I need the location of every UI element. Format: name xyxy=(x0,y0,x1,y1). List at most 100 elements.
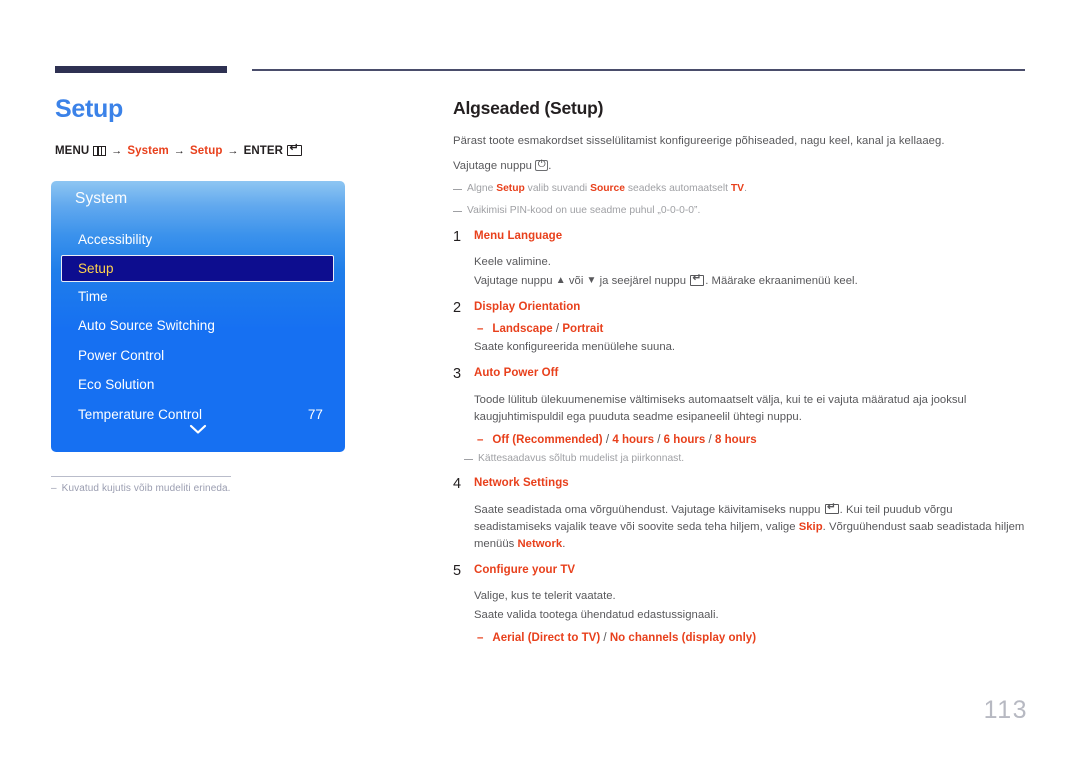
enter-return-icon xyxy=(824,502,839,515)
osd-item-label: Power Control xyxy=(78,347,165,363)
breadcrumb-item-setup: Setup xyxy=(190,144,223,157)
note-text: Algne Setup valib suvandi Source seadeks… xyxy=(467,182,747,194)
left-footnote: – Kuvatud kujutis võib mudeliti erineda. xyxy=(51,483,371,494)
menu-grid-icon xyxy=(93,145,107,156)
term-network: Network xyxy=(517,537,563,550)
left-footnote-divider xyxy=(51,476,231,477)
step-number: 2 xyxy=(453,300,462,317)
note-dash xyxy=(453,188,462,191)
step-options: – Landscape / Portrait xyxy=(474,323,1025,335)
note-default-pin: Vaikimisi PIN-kood on uue seadme puhul „… xyxy=(453,204,1025,219)
option-text: Aerial (Direct to TV) / No channels (dis… xyxy=(492,632,756,644)
option-dash: – xyxy=(477,433,484,446)
step-heading: Menu Language xyxy=(474,229,563,242)
step-number: 4 xyxy=(453,476,462,493)
osd-item-label: Accessibility xyxy=(78,232,153,248)
option-dash: – xyxy=(477,323,484,336)
osd-item-time[interactable]: Time xyxy=(51,282,345,312)
step-number: 5 xyxy=(453,562,462,579)
page-title: Setup xyxy=(55,95,123,123)
step-body-post: . xyxy=(562,537,566,550)
enter-return-icon xyxy=(287,143,303,156)
step-1: 1 Menu Language Keele valimine. Vajutage… xyxy=(453,229,1025,291)
option-value: 8 hours xyxy=(715,433,757,446)
chevron-down-icon[interactable] xyxy=(51,422,345,440)
osd-item-setup[interactable]: Setup xyxy=(61,254,334,282)
option-text: Landscape / Portrait xyxy=(492,323,603,335)
enter-return-icon xyxy=(690,273,705,286)
breadcrumb-menu-label: MENU xyxy=(55,144,90,157)
header-rule-thin xyxy=(252,69,1025,71)
step-note-text: Kättesaadavus sõltub mudelist ja piirkon… xyxy=(478,452,685,464)
step-body-text: Saate seadistada oma võrguühendust. Vaju… xyxy=(474,502,1025,553)
osd-item-label: Time xyxy=(78,288,108,304)
note-initial-setup: Algne Setup valib suvandi Source seadeks… xyxy=(453,182,1025,197)
note-term-tv: TV xyxy=(730,182,745,194)
step-options: – Off (Recommended) / 4 hours / 6 hours … xyxy=(474,434,1025,446)
step-line-1: Valige, kus te telerit vaatate. xyxy=(474,590,616,603)
left-footnote-text: Kuvatud kujutis võib mudeliti erineda. xyxy=(61,483,231,494)
step-2: 2 Display Orientation – Landscape / Port… xyxy=(453,300,1025,356)
step-body-text: Toode lülitub ülekuumenemise vältimiseks… xyxy=(474,393,967,423)
note-dash xyxy=(464,458,473,461)
breadcrumb-enter-label: ENTER xyxy=(243,144,284,157)
arrow-up-icon: ▲ xyxy=(555,275,566,287)
option-value: 6 hours xyxy=(663,433,706,446)
osd-item-eco-solution[interactable]: Eco Solution xyxy=(51,370,345,400)
option-value: Landscape xyxy=(492,323,553,336)
step-line: Saate konfigureerida menüülehe suuna. xyxy=(474,341,676,354)
note-term-setup: Setup xyxy=(496,182,525,194)
step-5: 5 Configure your TV Valige, kus te teler… xyxy=(453,562,1025,645)
step-line-2-mid2: ja seejärel nuppu xyxy=(599,275,687,288)
page-number: 113 xyxy=(983,696,1028,724)
note-text: Vaikimisi PIN-kood on uue seadme puhul „… xyxy=(467,204,701,216)
option-value: Portrait xyxy=(562,323,604,336)
osd-item-power-control[interactable]: Power Control xyxy=(51,341,345,371)
breadcrumb-arrow-2: → xyxy=(173,144,185,157)
note-term-source: Source xyxy=(590,182,625,194)
step-line-1: Keele valimine. xyxy=(474,256,551,269)
option-dash: – xyxy=(477,632,484,645)
option-separator: / xyxy=(705,433,715,446)
breadcrumb: MENU → System → Setup → ENTER xyxy=(55,143,385,157)
step-line-2-post: . Määrake ekraanimenüü keel. xyxy=(705,275,858,288)
osd-item-label: Temperature Control xyxy=(78,406,203,422)
press-button-line: Vajutage nuppu . xyxy=(453,158,1025,174)
step-heading: Configure your TV xyxy=(474,563,576,576)
step-3: 3 Auto Power Off Toode lülitub ülekuumen… xyxy=(453,366,1025,466)
step-line-2-pre: Vajutage nuppu xyxy=(474,275,553,288)
left-footnote-dash: – xyxy=(51,483,57,494)
step-line-2: Saate valida tootega ühendatud edastussi… xyxy=(474,609,719,622)
option-value: 4 hours xyxy=(612,433,654,446)
header-rule-thick xyxy=(55,66,227,73)
osd-item-label: Auto Source Switching xyxy=(78,318,215,334)
step-heading: Auto Power Off xyxy=(474,367,559,379)
left-column: Setup MENU → System → Setup → ENTER xyxy=(55,95,385,157)
option-text: Off (Recommended) / 4 hours / 6 hours / … xyxy=(492,434,756,446)
option-separator: / xyxy=(654,433,664,446)
breadcrumb-arrow-1: → xyxy=(111,144,123,157)
osd-menu-panel[interactable]: System Accessibility Setup Time Auto Sou… xyxy=(51,181,345,452)
option-separator: / xyxy=(600,632,610,645)
osd-item-accessibility[interactable]: Accessibility xyxy=(51,225,345,255)
press-button-post: . xyxy=(548,160,552,173)
step-heading: Network Settings xyxy=(474,477,569,490)
section-title: Algseaded (Setup) xyxy=(453,98,604,118)
press-button-pre: Vajutage nuppu xyxy=(453,160,533,173)
osd-menu-list: Accessibility Setup Time Auto Source Swi… xyxy=(51,225,345,429)
step-body-pre: Saate seadistada oma võrguühendust. Vaju… xyxy=(474,503,821,516)
option-separator: / xyxy=(602,433,613,446)
manual-page: Setup MENU → System → Setup → ENTER Syst… xyxy=(0,0,1080,763)
arrow-down-icon: ▼ xyxy=(586,275,597,287)
main-content: Algseaded (Setup) Pärast toote esmakords… xyxy=(453,98,1025,644)
note-dash xyxy=(453,210,462,213)
option-separator: / xyxy=(552,323,563,336)
step-note: Kättesaadavus sõltub mudelist ja piirkon… xyxy=(464,452,1025,466)
step-options: – Aerial (Direct to TV) / No channels (d… xyxy=(474,632,1025,644)
intro-paragraph: Pärast toote esmakordset sisselülitamist… xyxy=(453,135,945,147)
breadcrumb-item-system: System xyxy=(127,144,169,157)
osd-item-auto-source-switching[interactable]: Auto Source Switching xyxy=(51,311,345,341)
osd-item-label: Setup xyxy=(78,260,114,276)
power-button-icon xyxy=(535,159,549,172)
step-heading: Display Orientation xyxy=(474,301,581,314)
